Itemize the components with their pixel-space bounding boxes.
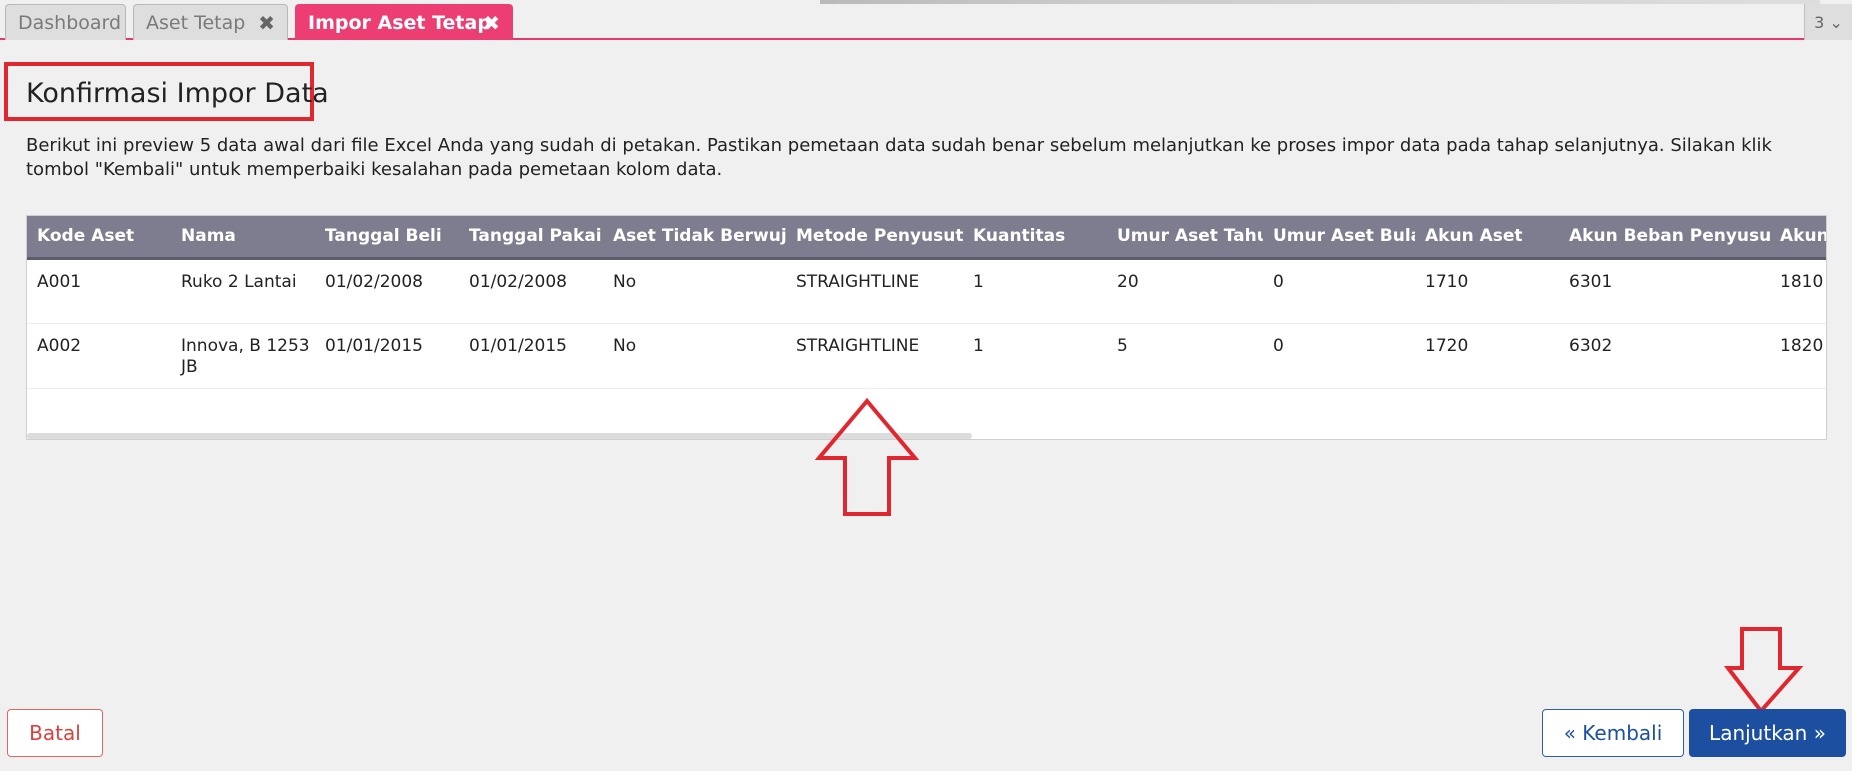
table-cell: Ruko 2 Lantai xyxy=(171,258,315,324)
table-header-row: Kode Aset Nama Tanggal Beli Tanggal Paka… xyxy=(27,216,1826,260)
tab-label: Aset Tetap xyxy=(146,11,246,34)
table-cell: No xyxy=(603,323,786,389)
tab-bar: Dashboard Aset Tetap ✖ Impor Aset Tetap … xyxy=(0,0,1852,40)
table-cell: 20 xyxy=(1107,258,1263,324)
table-cell: 01/02/2008 xyxy=(315,258,459,324)
table-cell: Innova, B 1253 JB xyxy=(171,323,315,389)
tab-overflow-dropdown[interactable]: 3 ⌄ xyxy=(1804,4,1852,40)
table-cell: 6301 xyxy=(1559,258,1770,324)
column-header[interactable]: Akun Beban Penyusutan xyxy=(1559,216,1770,260)
table-cell: 01/01/2015 xyxy=(459,323,603,389)
table-cell: 6302 xyxy=(1559,323,1770,389)
tab-count: 3 xyxy=(1814,12,1825,32)
tab-label: Impor Aset Tetap xyxy=(308,11,491,34)
table-cell: 1720 xyxy=(1415,323,1559,389)
column-header[interactable]: Tanggal Beli xyxy=(315,216,459,260)
column-header[interactable]: Akun xyxy=(1770,216,1826,260)
table-row: A002 Innova, B 1253 JB 01/01/2015 01/01/… xyxy=(27,323,1826,389)
table-cell: STRAIGHTLINE xyxy=(786,323,963,389)
column-header[interactable]: Umur Aset Bulan xyxy=(1263,216,1415,260)
table-cell: 1820 xyxy=(1770,323,1826,389)
top-decoration xyxy=(820,0,1820,4)
column-header[interactable]: Umur Aset Tahun xyxy=(1107,216,1263,260)
down-arrow-icon xyxy=(1724,627,1804,714)
close-icon[interactable]: ✖ xyxy=(258,11,275,35)
table-cell: 5 xyxy=(1107,323,1263,389)
preview-table-container[interactable]: Kode Aset Nama Tanggal Beli Tanggal Paka… xyxy=(26,215,1827,440)
column-header[interactable]: Tanggal Pakai xyxy=(459,216,603,260)
description-text: Berikut ini preview 5 data awal dari fil… xyxy=(26,135,1772,180)
tab-aset-tetap[interactable]: Aset Tetap ✖ xyxy=(133,4,288,40)
table-cell: A002 xyxy=(27,323,171,389)
column-header[interactable]: Metode Penyusutan xyxy=(786,216,963,260)
table-cell: 01/02/2008 xyxy=(459,258,603,324)
column-header[interactable]: Akun Aset xyxy=(1415,216,1559,260)
table-cell: 0 xyxy=(1263,258,1415,324)
tab-impor-aset-tetap[interactable]: Impor Aset Tetap ✖ xyxy=(295,4,513,40)
back-button[interactable]: « Kembali xyxy=(1542,709,1684,757)
column-header[interactable]: Kuantitas xyxy=(963,216,1107,260)
table-cell: 1710 xyxy=(1415,258,1559,324)
cancel-button[interactable]: Batal xyxy=(7,709,103,757)
table-row: A001 Ruko 2 Lantai 01/02/2008 01/02/2008… xyxy=(27,258,1826,324)
table-cell: STRAIGHTLINE xyxy=(786,258,963,324)
continue-button[interactable]: Lanjutkan » xyxy=(1689,709,1846,757)
table-cell: 1 xyxy=(963,258,1107,324)
up-arrow-icon xyxy=(815,398,919,516)
chevron-down-icon: ⌄ xyxy=(1829,12,1843,32)
tab-dashboard[interactable]: Dashboard xyxy=(5,4,126,40)
column-header[interactable]: Kode Aset xyxy=(27,216,171,260)
column-header[interactable]: Aset Tidak Berwujud xyxy=(603,216,786,260)
page-title: Konfirmasi Impor Data xyxy=(26,78,329,109)
close-icon[interactable]: ✖ xyxy=(483,11,500,35)
table-cell: 01/01/2015 xyxy=(315,323,459,389)
table-cell: 1 xyxy=(963,323,1107,389)
table-cell: 0 xyxy=(1263,323,1415,389)
table-cell: A001 xyxy=(27,258,171,324)
column-header[interactable]: Nama xyxy=(171,216,315,260)
tab-label: Dashboard xyxy=(18,11,122,34)
preview-table: Kode Aset Nama Tanggal Beli Tanggal Paka… xyxy=(27,216,1826,389)
table-cell: 1810 xyxy=(1770,258,1826,324)
table-cell: No xyxy=(603,258,786,324)
